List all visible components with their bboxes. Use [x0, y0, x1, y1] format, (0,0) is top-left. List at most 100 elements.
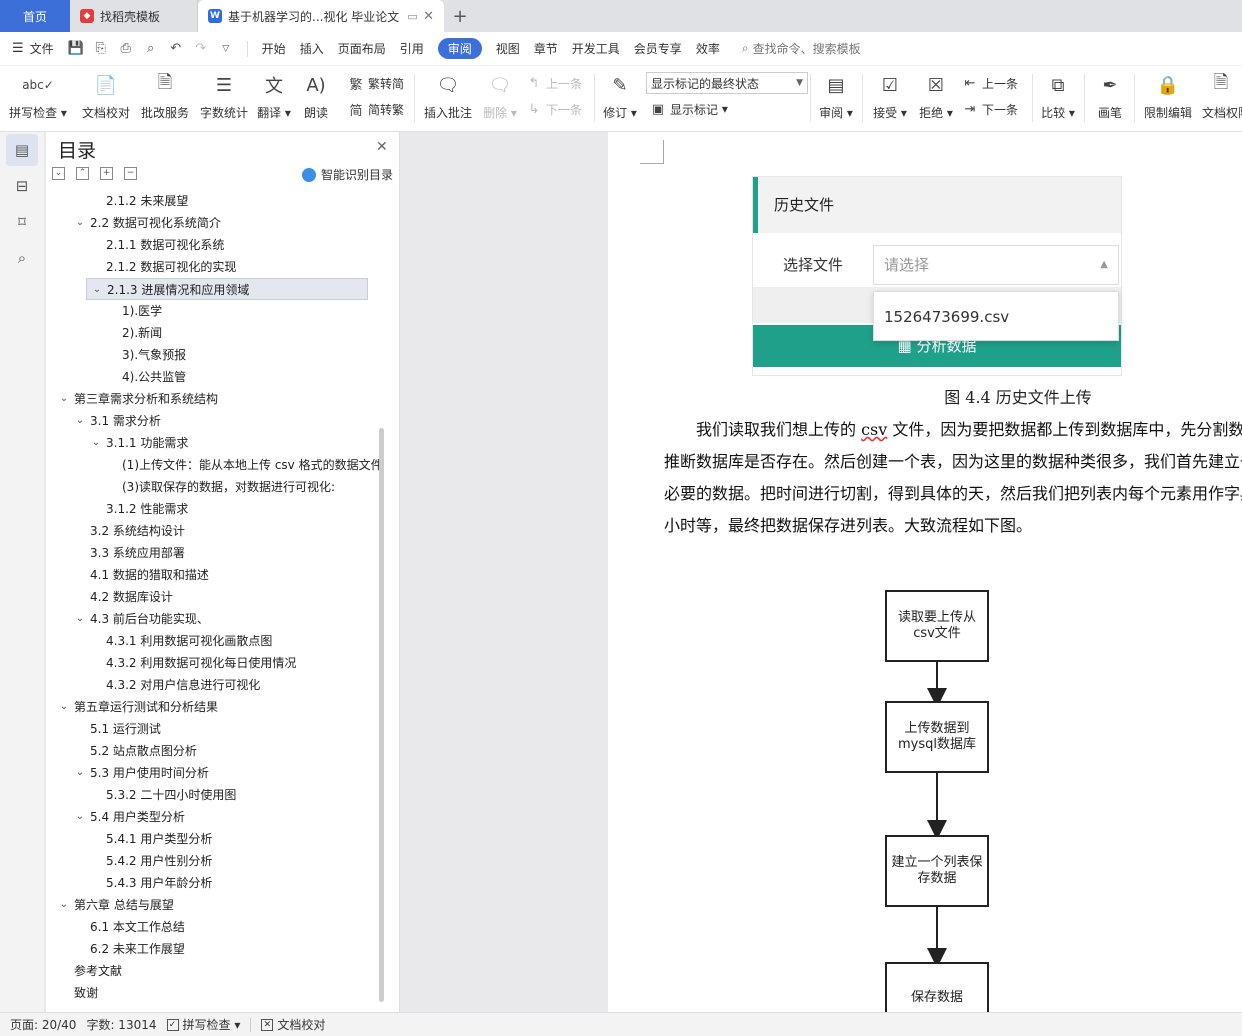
close-icon[interactable]: ✕ — [376, 139, 388, 155]
toc-item[interactable]: 5.1 运行测试 — [46, 718, 388, 740]
word-count-indicator[interactable]: 字数: 13014 — [86, 1016, 156, 1033]
print-preview-icon[interactable]: ⌕ — [143, 41, 159, 57]
next-comment-button[interactable]: ↳ 下一条 — [526, 98, 582, 120]
toc-item[interactable]: 4.2 数据库设计 — [46, 586, 388, 608]
window-icon[interactable]: ▭ — [407, 10, 417, 23]
toc-item[interactable]: ⌄ 5.4 用户类型分析 — [46, 806, 388, 828]
collapse-all-icon[interactable]: ⌄ — [52, 167, 65, 180]
chevron-down-icon[interactable]: ⌄ — [91, 279, 103, 299]
smart-toc-button[interactable]: 智能识别目录 — [302, 166, 393, 183]
toc-item[interactable]: ⌄ 第六章 总结与展望 — [46, 894, 388, 916]
review-pane-button[interactable]: ▤ 审阅 ▾ — [806, 70, 866, 128]
toc-item[interactable]: 2.1.1 数据可视化系统 — [46, 234, 388, 256]
toc-item[interactable]: 3).气象预报 — [46, 344, 388, 366]
toc-item[interactable]: ⌄ 第三章需求分析和系统结构 — [46, 388, 388, 410]
expand-all-icon[interactable]: ⌃ — [76, 167, 89, 180]
toc-item[interactable]: 5.4.3 用户年龄分析 — [46, 872, 388, 894]
toc-item[interactable]: (3)读取保存的数据，对数据进行可视化: — [46, 476, 388, 498]
undo-icon[interactable]: ↶ — [168, 41, 184, 57]
status-doc-proof[interactable]: ✕ 文档校对 — [261, 1016, 325, 1033]
toc-scrollbar[interactable] — [379, 428, 384, 1002]
toc-item[interactable]: ⌄ 第五章运行测试和分析结果 — [46, 696, 388, 718]
toc-item[interactable]: 5.3.2 二十四小时使用图 — [46, 784, 388, 806]
menu-review[interactable]: 审阅 — [437, 38, 482, 59]
chevron-down-icon[interactable]: ⌄ — [58, 388, 70, 410]
restrict-editing-button[interactable]: 🔒 限制编辑 — [1138, 70, 1198, 128]
chevron-down-icon[interactable]: ▽ — [218, 41, 234, 57]
demote-level-icon[interactable]: − — [124, 167, 137, 180]
file-menu[interactable]: ☰ 文件 — [12, 40, 54, 57]
close-tab-icon[interactable]: ✕ — [423, 9, 434, 24]
command-search[interactable]: ⌕ 查找命令、搜索模板 — [742, 40, 861, 57]
menu-reference[interactable]: 引用 — [400, 40, 424, 57]
toc-item[interactable]: 4.3.1 利用数据可视化画散点图 — [46, 630, 388, 652]
toc-item[interactable]: ⌄ 3.1.1 功能需求 — [46, 432, 388, 454]
read-aloud-button[interactable]: A) 朗读 — [286, 70, 346, 128]
chevron-down-icon[interactable]: ⌄ — [74, 608, 86, 630]
prev-comment-button[interactable]: ↰ 上一条 — [526, 72, 582, 94]
trad-to-simp-button[interactable]: 繁繁转简 — [348, 72, 404, 94]
menu-member[interactable]: 会员专享 — [634, 40, 682, 57]
compare-button[interactable]: ⧉ 比较 ▾ — [1028, 70, 1088, 128]
reject-button[interactable]: ☒ 拒绝 ▾ — [906, 70, 966, 128]
chevron-down-icon[interactable]: ⌄ — [90, 432, 102, 454]
markup-state-select[interactable]: 显示标记的最终状态 ▼ — [646, 72, 808, 94]
toc-item[interactable]: ⌄ 5.3 用户使用时间分析 — [46, 762, 388, 784]
show-markup-button[interactable]: ▣ 显示标记 ▾ — [650, 98, 728, 120]
menu-chapter[interactable]: 章节 — [534, 40, 558, 57]
toc-item[interactable]: 2).新闻 — [46, 322, 388, 344]
chevron-down-icon[interactable]: ⌄ — [74, 806, 86, 828]
chevron-down-icon[interactable]: ⌄ — [74, 212, 86, 234]
toc-item[interactable]: ⌄ 3.1 需求分析 — [46, 410, 388, 432]
tab-templates[interactable]: ◆ 找稻壳模板 — [70, 0, 198, 32]
new-tab-icon[interactable]: + — [444, 0, 476, 32]
document-page[interactable]: 历史文件 选择文件 请选择 ▲ ▦ 分析数据 1526473699.csv 图 4… — [608, 132, 1242, 1012]
toc-item[interactable]: ⌄ 2.2 数据可视化系统简介 — [46, 212, 388, 234]
search-icon[interactable]: ⌕ — [6, 242, 38, 274]
chevron-down-icon[interactable]: ⌄ — [58, 894, 70, 916]
page-indicator[interactable]: 页面: 20/40 — [10, 1016, 76, 1033]
menu-efficiency[interactable]: 效率 — [696, 40, 720, 57]
tab-home[interactable]: 首页 — [0, 0, 70, 32]
track-changes-button[interactable]: ✎ 修订 ▾ — [590, 70, 650, 128]
save-icon[interactable]: 💾 — [68, 41, 84, 57]
status-spell-check[interactable]: ✓ 拼写检查 ▾ — [166, 1016, 240, 1033]
chevron-down-icon[interactable]: ⌄ — [58, 696, 70, 718]
toc-item[interactable]: 6.1 本文工作总结 — [46, 916, 388, 938]
toc-item[interactable]: 4.1 数据的猎取和描述 — [46, 564, 388, 586]
redo-icon[interactable]: ↷ — [193, 41, 209, 57]
menu-start[interactable]: 开始 — [262, 40, 286, 57]
chapter-nav-icon[interactable]: ⊟ — [6, 170, 38, 202]
toc-icon[interactable]: ▤ — [6, 134, 38, 166]
toc-item[interactable]: ⌄ 4.3 前后台功能实现、 — [46, 608, 388, 630]
bookmark-icon[interactable]: ⌑ — [6, 206, 38, 238]
toc-item[interactable]: 4.3.2 利用数据可视化每日使用情况 — [46, 652, 388, 674]
toc-item[interactable]: 1).医学 — [46, 300, 388, 322]
toc-item[interactable]: 6.2 未来工作展望 — [46, 938, 388, 960]
toc-item[interactable]: 3.1.2 性能需求 — [46, 498, 388, 520]
delete-comment-button[interactable]: 🗨 删除 ▾ — [470, 70, 530, 128]
toc-item[interactable]: (1)上传文件：能从本地上传 csv 格式的数据文件 — [46, 454, 388, 476]
toc-item[interactable]: 3.3 系统应用部署 — [46, 542, 388, 564]
toc-item[interactable]: 致谢 — [46, 982, 388, 1004]
correction-service-button[interactable]: 🗎 批改服务 — [135, 70, 195, 128]
insert-comment-button[interactable]: 🗨 插入批注 — [418, 70, 478, 128]
tab-document[interactable]: W 基于机器学习的...视化 毕业论文 ▭ ✕ — [198, 0, 444, 32]
chevron-down-icon[interactable]: ⌄ — [74, 410, 86, 432]
simp-to-trad-button[interactable]: 简简转繁 — [348, 98, 404, 120]
menu-layout[interactable]: 页面布局 — [338, 40, 386, 57]
promote-level-icon[interactable]: + — [100, 167, 113, 180]
next-change-button[interactable]: ⇥ 下一条 — [962, 98, 1018, 120]
document-permission-button[interactable]: 🗎 文档权限 — [1194, 70, 1242, 128]
export-icon[interactable]: ⎘ — [93, 41, 109, 57]
toc-item[interactable]: 3.2 系统结构设计 — [46, 520, 388, 542]
menu-view[interactable]: 视图 — [496, 40, 520, 57]
toc-item[interactable]: 2.1.2 数据可视化的实现 — [46, 256, 388, 278]
toc-item[interactable]: 参考文献 — [46, 960, 388, 982]
menu-insert[interactable]: 插入 — [300, 40, 324, 57]
toc-item[interactable]: 4.3.2 对用户信息进行可视化 — [46, 674, 388, 696]
toc-item[interactable]: 2.1.2 未来展望 — [46, 190, 388, 212]
doc-proof-button[interactable]: 📄 文档校对 — [76, 70, 136, 128]
toc-item[interactable]: 4).公共监管 — [46, 366, 388, 388]
toc-item[interactable]: 5.4.2 用户性别分析 — [46, 850, 388, 872]
